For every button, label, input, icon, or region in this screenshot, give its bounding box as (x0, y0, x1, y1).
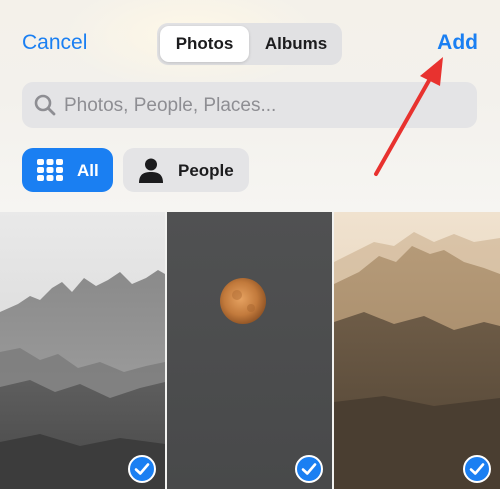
photo-image (334, 212, 500, 489)
picker-header: Cancel Photos Albums Add All P (0, 0, 500, 212)
tab-albums[interactable]: Albums (253, 26, 339, 62)
cancel-button[interactable]: Cancel (22, 31, 87, 55)
photo-image (0, 212, 165, 489)
search-icon (34, 94, 56, 116)
photo-thumbnail[interactable] (167, 212, 332, 489)
selected-checkmark-icon (463, 455, 491, 483)
person-icon (139, 158, 163, 183)
grid-icon (37, 159, 63, 181)
filter-all-button[interactable]: All (22, 148, 113, 192)
filter-people-label: People (178, 161, 234, 180)
filter-people-button[interactable]: People (123, 148, 249, 192)
selected-checkmark-icon (128, 455, 156, 483)
photo-image (167, 212, 332, 489)
selected-checkmark-icon (295, 455, 323, 483)
tab-photos[interactable]: Photos (160, 26, 249, 62)
filter-all-label: All (77, 161, 99, 180)
add-button[interactable]: Add (437, 31, 478, 55)
photo-thumbnail[interactable] (0, 212, 165, 489)
photo-thumbnail[interactable] (334, 212, 500, 489)
search-input[interactable] (62, 89, 466, 123)
search-bar[interactable] (22, 82, 477, 128)
source-segmented-control: Photos Albums (157, 23, 342, 65)
